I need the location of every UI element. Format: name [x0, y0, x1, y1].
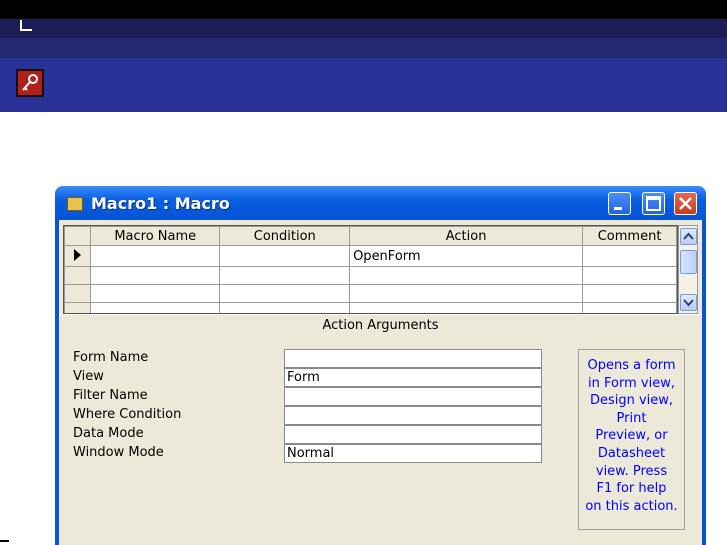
cell-macro-name[interactable]	[89, 245, 221, 267]
macro-window: Macro1 : Macro Macro Name Condition Acti…	[55, 186, 706, 545]
table-row	[64, 284, 677, 303]
help-line: in Form view,	[588, 375, 675, 391]
header-band-mid	[0, 38, 727, 58]
filter-name-field[interactable]	[284, 387, 542, 406]
table-row: OpenForm	[64, 245, 677, 267]
action-help-text: Opens a form in Form view, Design view, …	[578, 349, 685, 530]
view-field[interactable]: Form	[284, 368, 542, 387]
cell-condition[interactable]	[219, 302, 351, 313]
grid-header-row: Macro Name Condition Action Comment	[64, 226, 677, 246]
cell-action[interactable]: OpenForm	[349, 245, 584, 267]
cell-condition[interactable]	[219, 266, 351, 285]
maximize-icon	[646, 196, 661, 211]
column-header-condition[interactable]: Condition	[219, 226, 351, 246]
scroll-up-icon	[683, 232, 694, 240]
record-selector[interactable]	[64, 284, 91, 303]
close-button[interactable]	[674, 192, 697, 215]
column-header-action[interactable]: Action	[349, 226, 584, 246]
help-line: on this action.	[585, 498, 678, 514]
record-selector-icon	[74, 249, 81, 261]
field-label-view: View	[73, 369, 104, 384]
header-band	[0, 58, 727, 112]
cell-condition[interactable]	[219, 245, 351, 267]
key-app-icon	[16, 69, 44, 97]
table-row	[64, 302, 677, 313]
scroll-down-icon	[683, 299, 694, 307]
cell-macro-name[interactable]	[89, 284, 221, 303]
window-client: Macro Name Condition Action Comment Open…	[59, 220, 702, 545]
cell-macro-name[interactable]	[89, 302, 221, 313]
field-label-filter-name: Filter Name	[73, 388, 148, 403]
top-black-bar	[0, 0, 727, 19]
field-label-form-name: Form Name	[73, 350, 149, 365]
help-line: Opens a form	[587, 358, 676, 373]
table-row	[64, 266, 677, 285]
action-arguments-header: Action Arguments	[322, 318, 439, 333]
column-header-macro-name[interactable]: Macro Name	[89, 226, 221, 246]
bottom-mark	[0, 540, 9, 542]
help-line: F1 for help	[596, 481, 667, 497]
cell-comment[interactable]	[582, 302, 677, 313]
field-label-window-mode: Window Mode	[73, 445, 164, 460]
cell-action[interactable]	[349, 266, 584, 285]
macro-grid: Macro Name Condition Action Comment Open…	[63, 225, 678, 314]
cell-action[interactable]	[349, 302, 584, 313]
window-mode-field[interactable]: Normal	[284, 444, 542, 463]
field-label-where-condition: Where Condition	[73, 407, 182, 422]
field-label-data-mode: Data Mode	[73, 426, 144, 441]
form-name-field[interactable]	[284, 349, 542, 368]
data-mode-field[interactable]	[284, 425, 542, 444]
cell-macro-name[interactable]	[89, 266, 221, 285]
scroll-up-button[interactable]	[680, 228, 697, 245]
window-title: Macro1 : Macro	[91, 194, 230, 213]
help-line: Datasheet	[597, 445, 666, 461]
record-selector[interactable]	[64, 302, 91, 313]
grid-vertical-scrollbar[interactable]	[678, 225, 698, 314]
maximize-button[interactable]	[642, 192, 665, 215]
help-line: view. Press	[595, 463, 668, 479]
help-line: Design view,	[589, 393, 674, 409]
header-band-dark	[0, 19, 727, 38]
scroll-thumb[interactable]	[680, 250, 697, 274]
cell-comment[interactable]	[582, 266, 677, 285]
scroll-down-button[interactable]	[680, 294, 697, 311]
corner-mark	[20, 20, 32, 31]
minimize-icon	[614, 207, 622, 210]
minimize-button[interactable]	[608, 192, 631, 215]
help-line: Print	[616, 410, 647, 426]
cell-condition[interactable]	[219, 284, 351, 303]
where-condition-field[interactable]	[284, 406, 542, 425]
help-line: Preview, or	[595, 428, 668, 444]
cell-comment[interactable]	[582, 284, 677, 303]
window-titlebar[interactable]: Macro1 : Macro	[55, 186, 706, 220]
column-header-comment[interactable]: Comment	[582, 226, 677, 246]
row-selector-header	[64, 226, 91, 246]
record-selector[interactable]	[64, 245, 91, 267]
cell-action[interactable]	[349, 284, 584, 303]
pane-divider[interactable]	[59, 314, 702, 315]
close-icon	[679, 197, 692, 210]
cell-comment[interactable]	[582, 245, 677, 267]
record-selector[interactable]	[64, 266, 91, 285]
macro-icon	[67, 197, 83, 211]
